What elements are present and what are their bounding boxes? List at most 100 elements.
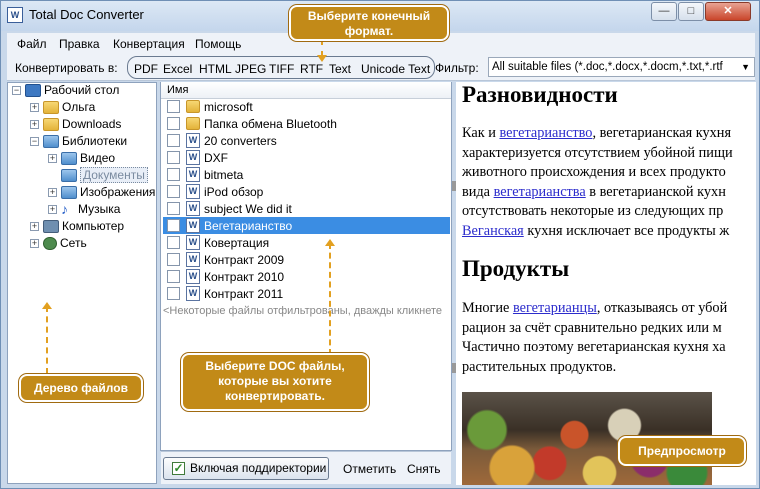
preview-link[interactable]: вегетарианство	[499, 125, 592, 141]
menu-convert[interactable]: Конвертация	[113, 37, 185, 51]
menu-help[interactable]: Помощь	[195, 37, 241, 51]
convert-to-label: Конвертировать в:	[15, 61, 118, 75]
file-row[interactable]: W Контракт 2009	[163, 251, 450, 268]
file-checkbox[interactable]	[167, 151, 180, 164]
document-preview[interactable]: Разновидности Как и вегетарианство, веге…	[456, 82, 756, 485]
checkbox-checked-icon: ✓	[172, 461, 185, 475]
uncheck-all-button[interactable]: Снять	[407, 462, 441, 476]
tree-item-label: Изображения	[80, 185, 156, 199]
tree-item-music[interactable]: + ♪ Музыка	[48, 202, 120, 219]
file-checkbox[interactable]	[167, 253, 180, 266]
file-checkbox[interactable]	[167, 236, 180, 249]
check-all-button[interactable]: Отметить	[343, 462, 396, 476]
file-checkbox[interactable]	[167, 202, 180, 215]
file-row[interactable]: W Вегетарианство	[163, 217, 450, 234]
close-button[interactable]: ✕	[705, 2, 751, 21]
word-document-icon: W	[186, 184, 200, 199]
tree-item-label: Музыка	[78, 202, 121, 216]
file-row[interactable]: W DXF	[163, 149, 450, 166]
format-excel-button[interactable]: Excel	[163, 62, 192, 76]
library-icon	[43, 135, 59, 149]
expand-icon[interactable]: +	[48, 154, 57, 164]
file-name: microsoft	[204, 100, 253, 114]
collapse-icon[interactable]: −	[30, 137, 39, 147]
expand-icon[interactable]: +	[30, 239, 39, 249]
preview-text: вида	[462, 183, 494, 200]
tree-item-desktop[interactable]: − Рабочий стол	[12, 83, 119, 100]
file-row[interactable]: W Контракт 2011	[163, 285, 450, 302]
preview-heading: Разновидности	[462, 82, 618, 107]
expand-icon[interactable]: +	[30, 120, 39, 130]
file-checkbox[interactable]	[167, 219, 180, 232]
file-checkbox[interactable]	[167, 117, 180, 130]
file-row[interactable]: microsoft	[163, 98, 450, 115]
file-name: Контракт 2011	[204, 287, 284, 301]
tree-item-olga[interactable]: + Ольга	[30, 100, 95, 117]
file-name: subject We did it	[204, 202, 292, 216]
preview-heading: Продукты	[462, 256, 570, 281]
maximize-button[interactable]: □	[678, 2, 704, 21]
preview-link[interactable]: вегетарианцы	[513, 300, 597, 316]
format-unicode-text-button[interactable]: Unicode Text	[361, 62, 430, 76]
file-checkbox[interactable]	[167, 100, 180, 113]
file-row[interactable]: W Ковертация	[163, 234, 450, 251]
format-pdf-button[interactable]: PDF	[134, 62, 158, 76]
file-name: bitmeta	[204, 168, 244, 182]
collapse-icon[interactable]: −	[12, 86, 21, 96]
tree-item-label: Ольга	[62, 100, 96, 114]
tree-item-computer[interactable]: + Компьютер	[30, 219, 124, 236]
menu-file[interactable]: Файл	[17, 37, 47, 51]
include-subdirectories-button[interactable]: ✓ Включая поддиректории	[163, 457, 329, 480]
preview-text: характеризуется отсутствием убойной пищи	[462, 144, 733, 161]
file-row[interactable]: WiPod обзор	[163, 183, 450, 200]
expand-icon[interactable]: +	[48, 188, 57, 198]
file-checkbox[interactable]	[167, 270, 180, 283]
preview-text-line: Многие вегетарианцы, отказываясь от убой	[462, 300, 727, 317]
tree-item-libraries[interactable]: − Библиотеки	[30, 134, 127, 151]
file-row[interactable]: Папка обмена Bluetooth	[163, 115, 450, 132]
folder-icon	[43, 101, 59, 115]
preview-text: , отказываясь от убой	[596, 300, 728, 316]
chevron-down-icon[interactable]: ▼	[741, 58, 750, 76]
file-name: Контракт 2010	[204, 270, 285, 284]
expand-icon[interactable]: +	[30, 222, 39, 232]
menu-edit[interactable]: Правка	[59, 37, 100, 51]
preview-link[interactable]: вегетарианства	[494, 184, 586, 200]
format-jpeg-button[interactable]: JPEG	[235, 62, 266, 76]
word-document-icon: W	[186, 286, 200, 301]
column-header-name[interactable]: Имя	[161, 82, 451, 99]
callout-arrow	[329, 243, 331, 355]
folder-icon	[186, 100, 200, 113]
expand-icon[interactable]: +	[48, 205, 57, 215]
preview-text: в вегетарианской кухн	[585, 183, 726, 200]
preview-text: Как и	[462, 125, 500, 141]
preview-link[interactable]: Веганская	[462, 223, 524, 239]
format-tiff-button[interactable]: TIFF	[269, 62, 294, 76]
tree-item-video[interactable]: + Видео	[48, 151, 115, 168]
network-icon	[43, 237, 57, 251]
format-html-button[interactable]: HTML	[199, 62, 232, 76]
tree-item-images[interactable]: + Изображения	[48, 185, 155, 202]
expand-icon[interactable]: +	[30, 103, 39, 113]
preview-text-line: животного происхождения и всех продукто	[462, 164, 726, 181]
file-checkbox[interactable]	[167, 185, 180, 198]
file-checkbox[interactable]	[167, 134, 180, 147]
minimize-button[interactable]: —	[651, 2, 677, 21]
filter-select[interactable]: All suitable files (*.doc,*.docx,*.docm,…	[488, 57, 755, 77]
file-name: DXF	[204, 151, 228, 165]
tree-item-documents[interactable]: Документы	[61, 167, 148, 185]
format-text-button[interactable]: Text	[329, 62, 351, 76]
tree-item-downloads[interactable]: + Downloads	[30, 117, 121, 134]
word-document-icon: W	[186, 252, 200, 267]
file-row[interactable]: Wbitmeta	[163, 166, 450, 183]
preview-text: кухня исключает все продукты ж	[523, 222, 730, 239]
file-checkbox[interactable]	[167, 287, 180, 300]
tree-item-network[interactable]: + Сеть	[30, 236, 87, 253]
file-row[interactable]: W Контракт 2010	[163, 268, 450, 285]
folder-tree[interactable]: − Рабочий стол + Ольга + Downloads − Библиот…	[7, 82, 157, 484]
format-rtf-button[interactable]: RTF	[300, 62, 323, 76]
file-checkbox[interactable]	[167, 168, 180, 181]
file-row[interactable]: Wsubject We did it	[163, 200, 450, 217]
word-document-icon: W	[186, 201, 200, 216]
file-row[interactable]: W 20 converters	[163, 132, 450, 149]
